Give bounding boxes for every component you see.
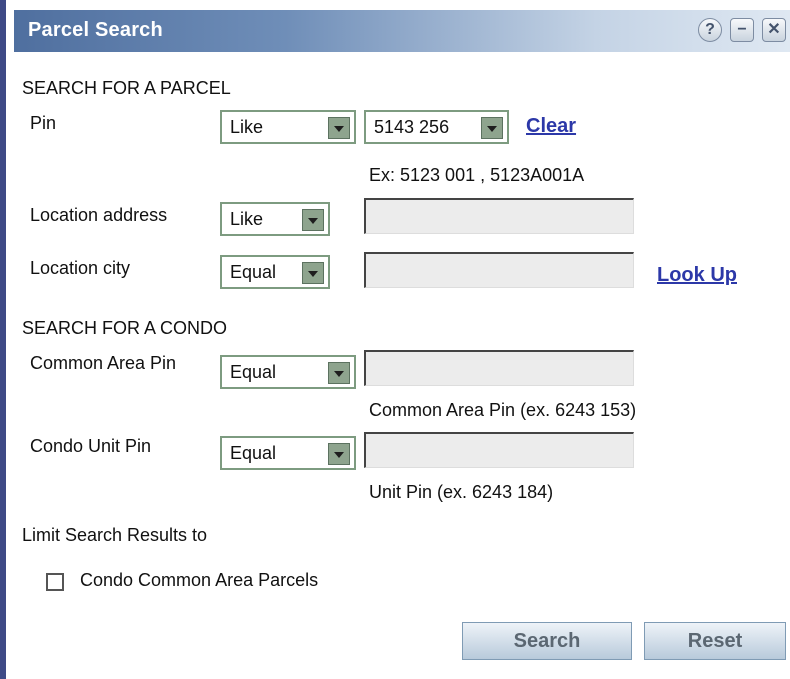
common-area-pin-operator-value: Equal xyxy=(230,362,277,382)
chevron-down-icon xyxy=(302,262,324,284)
location-city-input[interactable] xyxy=(364,252,634,288)
chevron-down-icon xyxy=(302,209,324,231)
clear-link[interactable]: Clear xyxy=(526,115,576,138)
location-address-input[interactable] xyxy=(364,198,634,234)
pin-hint: Ex: 5123 001 , 5123A001A xyxy=(369,165,585,185)
title-bar[interactable]: Parcel Search ? − ✕ xyxy=(14,10,790,52)
parcel-section-heading: SEARCH FOR A PARCEL xyxy=(22,78,231,98)
minimize-icon[interactable]: − xyxy=(730,18,754,42)
condo-unit-pin-hint: Unit Pin (ex. 6243 184) xyxy=(369,482,554,502)
pin-value: 5143 256 xyxy=(374,117,450,137)
common-area-pin-input[interactable] xyxy=(364,350,634,386)
location-city-operator-select[interactable]: Equal xyxy=(220,255,330,289)
chevron-down-icon xyxy=(328,443,350,465)
common-area-pin-label: Common Area Pin xyxy=(30,353,177,373)
title-bar-controls: ? − ✕ xyxy=(698,18,786,42)
limit-results-heading: Limit Search Results to xyxy=(22,525,208,545)
look-up-link[interactable]: Look Up xyxy=(657,264,737,287)
chevron-down-icon xyxy=(328,117,350,139)
reset-button[interactable]: Reset xyxy=(644,622,786,660)
help-icon[interactable]: ? xyxy=(698,18,722,42)
pin-operator-value: Like xyxy=(230,117,264,137)
condo-section-heading: SEARCH FOR A CONDO xyxy=(22,318,228,338)
search-button[interactable]: Search xyxy=(462,622,632,660)
common-area-pin-operator-select[interactable]: Equal xyxy=(220,355,356,389)
location-address-operator-value: Like xyxy=(230,209,264,229)
close-icon[interactable]: ✕ xyxy=(762,18,786,42)
condo-unit-pin-operator-select[interactable]: Equal xyxy=(220,436,356,470)
pin-value-select[interactable]: 5143 256 xyxy=(364,110,509,144)
pin-operator-select[interactable]: Like xyxy=(220,110,356,144)
location-address-label: Location address xyxy=(30,205,168,225)
chevron-down-icon xyxy=(328,362,350,384)
condo-unit-pin-label: Condo Unit Pin xyxy=(30,436,152,456)
condo-unit-pin-operator-value: Equal xyxy=(230,443,277,463)
condo-common-area-checkbox[interactable] xyxy=(46,573,64,591)
condo-common-area-label: Condo Common Area Parcels xyxy=(80,570,319,590)
location-city-label: Location city xyxy=(30,258,131,278)
pin-label: Pin xyxy=(30,113,57,133)
location-address-operator-select[interactable]: Like xyxy=(220,202,330,236)
chevron-down-icon xyxy=(481,117,503,139)
common-area-pin-hint: Common Area Pin (ex. 6243 153) xyxy=(369,400,637,420)
window-title: Parcel Search xyxy=(28,19,163,41)
location-city-operator-value: Equal xyxy=(230,262,277,282)
condo-unit-pin-input[interactable] xyxy=(364,432,634,468)
